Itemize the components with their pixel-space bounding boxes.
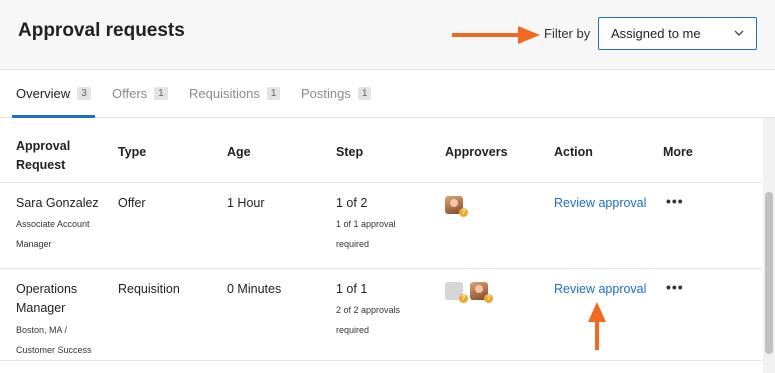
request-age: 0 Minutes	[227, 282, 282, 296]
review-approval-link[interactable]: Review approval	[554, 194, 646, 213]
pending-status-badge: ?	[484, 294, 493, 303]
tab-label: Offers	[112, 86, 148, 101]
request-step-detail: 1 of 1 approval required	[336, 219, 396, 249]
tab-label: Overview	[16, 86, 71, 101]
request-type: Requisition	[118, 282, 180, 296]
active-tab-indicator	[12, 115, 95, 118]
column-header-action: Action	[554, 145, 593, 159]
tab-label: Postings	[301, 86, 351, 101]
page-title: Approval requests	[18, 20, 185, 41]
review-approval-link[interactable]: Review approval	[554, 280, 646, 299]
tab-bar: Overview 3 Offers 1 Requisitions 1 Posti…	[0, 70, 775, 118]
filter-selected-value: Assigned to me	[611, 26, 701, 41]
more-options-icon[interactable]: •••	[666, 193, 684, 209]
request-type: Offer	[118, 196, 146, 210]
row-divider	[0, 182, 762, 183]
column-header-more: More	[663, 145, 693, 159]
tab-postings[interactable]: Postings 1	[301, 86, 372, 101]
column-header-approvers: Approvers	[445, 145, 508, 159]
tab-overview[interactable]: Overview 3	[16, 86, 91, 101]
tab-count-badge: 3	[77, 87, 91, 100]
request-name: Operations Manager	[16, 282, 78, 315]
annotation-arrow-right-icon	[452, 26, 540, 44]
request-step: 1 of 2	[336, 196, 368, 210]
request-step-detail: 2 of 2 approvals required	[336, 305, 401, 335]
row-divider	[0, 268, 762, 269]
column-header-approval-request: Approval Request	[16, 139, 71, 172]
pending-status-badge: ?	[459, 294, 468, 303]
more-options-icon[interactable]: •••	[666, 279, 684, 295]
column-header-age: Age	[227, 145, 251, 159]
tab-count-badge: 1	[266, 87, 281, 100]
filter-dropdown[interactable]: Assigned to me	[598, 17, 757, 50]
chevron-down-icon	[734, 30, 744, 36]
tab-count-badge: 1	[357, 87, 372, 100]
request-age: 1 Hour	[227, 196, 265, 210]
filter-label: Filter by	[544, 26, 591, 41]
tab-count-badge: 1	[154, 87, 168, 100]
request-subtitle: Boston, MA / Customer Success	[16, 325, 92, 355]
annotation-arrow-up-icon	[588, 302, 606, 350]
page-header: Approval requests Filter by Assigned to …	[0, 0, 775, 70]
scrollbar[interactable]	[763, 118, 775, 373]
pending-status-badge: ?	[459, 208, 468, 217]
row-divider	[0, 360, 762, 361]
request-subtitle: Associate Account Manager	[16, 219, 90, 249]
tab-requisitions[interactable]: Requisitions 1	[189, 86, 281, 101]
tab-label: Requisitions	[189, 86, 260, 101]
request-step: 1 of 1	[336, 282, 368, 296]
column-header-step: Step	[336, 145, 364, 159]
tab-offers[interactable]: Offers 1	[112, 86, 168, 101]
scrollbar-thumb[interactable]	[765, 192, 773, 354]
column-header-type: Type	[118, 145, 147, 159]
request-name: Sara Gonzalez	[16, 196, 99, 210]
